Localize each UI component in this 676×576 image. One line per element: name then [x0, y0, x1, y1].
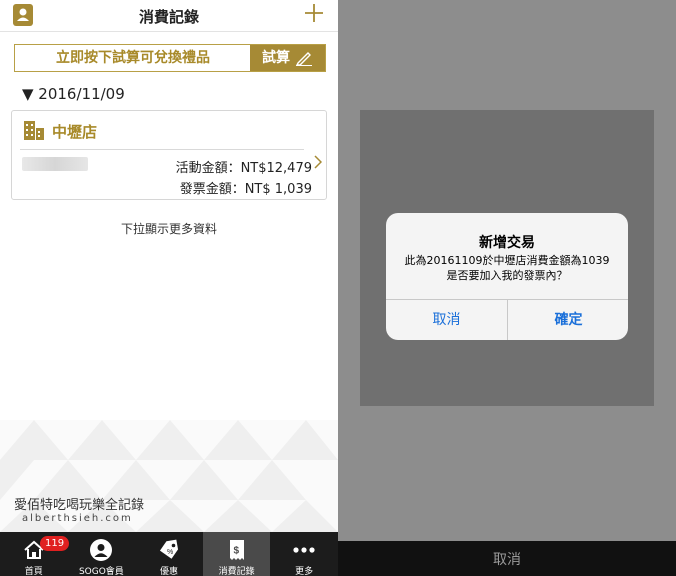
svg-text:$: $ [233, 546, 239, 557]
chevron-right-icon [314, 155, 322, 169]
add-transaction-dialog: 新增交易 此為20161109於中壢店消費金額為1039 是否要加入我的發票內？… [386, 213, 628, 340]
card-divider [20, 149, 304, 150]
tab-label: 優惠 [159, 567, 178, 576]
svg-text:%: % [167, 549, 173, 556]
dialog-message-line1: 此為20161109於中壢店消費金額為1039 [404, 254, 610, 267]
dialog-title: 新增交易 [479, 235, 535, 251]
watermark-url: alberthsieh.com [22, 513, 133, 524]
consumption-record-screen: 消費記錄 立即按下試算可兌換禮品 試算 ▼ 2016/11/09 中壢店 活動金… [0, 0, 338, 576]
dialog-confirm-button[interactable]: 確定 [508, 300, 628, 340]
receipt-icon: $ [229, 540, 244, 560]
scanner-bottom-bar: 取消 [338, 541, 676, 576]
calc-banner[interactable]: 立即按下試算可兌換禮品 試算 [14, 44, 326, 72]
invoice-amount: 發票金額：NT$ 1,039 [179, 182, 312, 197]
tab-home[interactable]: 119 首頁 [0, 532, 70, 576]
calc-button-label: 試算 [262, 50, 290, 66]
tab-offers[interactable]: % 優惠 [135, 532, 203, 576]
dialog-cancel-button[interactable]: 取消 [386, 300, 507, 340]
redacted-transaction-id [22, 157, 88, 171]
store-name: 中壢店 [52, 123, 98, 141]
page-title: 消費記錄 [138, 8, 199, 26]
calc-button[interactable]: 試算 [250, 45, 325, 71]
top-nav-bar: 消費記錄 [0, 0, 338, 32]
tab-records[interactable]: $ 消費記錄 [202, 532, 271, 576]
date-group-header[interactable]: ▼ 2016/11/09 [22, 85, 125, 103]
user-icon [90, 539, 113, 561]
tab-label: 更多 [295, 567, 314, 576]
plus-icon[interactable] [302, 1, 326, 25]
tag-icon: % [159, 539, 179, 559]
scanner-screen: 新增交易 此為20161109於中壢店消費金額為1039 是否要加入我的發票內？… [338, 0, 676, 576]
bottom-tab-bar: 119 首頁 SOGO會員 % 優惠 $ 消費記錄 更多 [0, 532, 338, 576]
notification-badge: 119 [40, 536, 70, 551]
scanner-cancel-button[interactable]: 取消 [338, 549, 676, 569]
pencil-icon [295, 52, 312, 66]
dialog-message-line2: 是否要加入我的發票內？ [446, 269, 568, 282]
tab-more[interactable]: 更多 [270, 532, 338, 576]
calc-banner-text: 立即按下試算可兌換禮品 [56, 50, 210, 66]
load-more-hint: 下拉顯示更多資料 [120, 222, 217, 236]
tab-label: SOGO會員 [78, 567, 124, 576]
more-icon [293, 547, 315, 553]
tab-label: 首頁 [24, 567, 43, 576]
activity-amount: 活動金額：NT$12,479 [175, 161, 312, 176]
tab-label: 消費記錄 [218, 567, 255, 576]
tab-member[interactable]: SOGO會員 [68, 532, 136, 576]
transaction-card[interactable]: 中壢店 活動金額：NT$12,479 發票金額：NT$ 1,039 [11, 110, 327, 200]
watermark-title: 愛佰特吃喝玩樂全記錄 [14, 498, 145, 513]
building-icon [24, 121, 44, 140]
